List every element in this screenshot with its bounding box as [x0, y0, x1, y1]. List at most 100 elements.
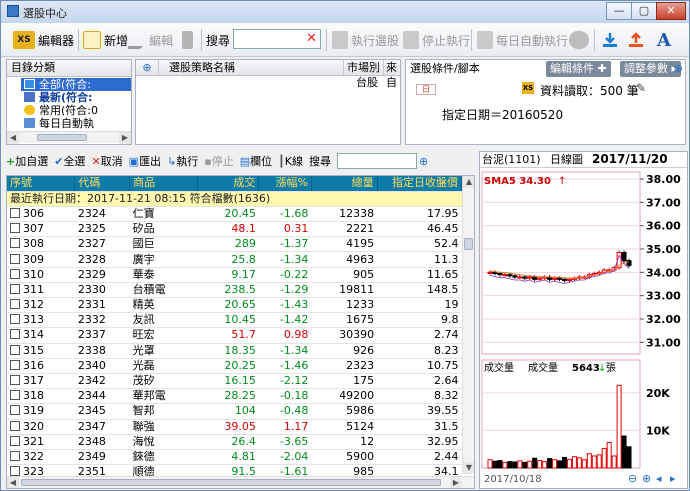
- stop-run-button[interactable]: 停止執行: [403, 28, 470, 52]
- schedule-button[interactable]: [569, 28, 589, 52]
- table-row[interactable]: 321 2348 海悅 26.4 -3.65 12 32.95: [7, 434, 462, 450]
- column-header[interactable]: 漲幅%: [258, 176, 312, 192]
- table-row[interactable]: 315 2338 光罩 18.35 -1.34 926 8.23: [7, 343, 462, 359]
- row-checkbox[interactable]: [10, 238, 20, 249]
- maximize-button[interactable]: ▢: [631, 2, 657, 20]
- import-button[interactable]: [601, 28, 619, 52]
- font-icon[interactable]: A: [657, 28, 671, 52]
- row-checkbox[interactable]: [10, 299, 20, 310]
- editor-button[interactable]: XS 編輯器: [13, 28, 74, 52]
- row-checkbox[interactable]: [10, 207, 20, 218]
- row-checkbox[interactable]: [10, 253, 20, 264]
- chart-nav-icon[interactable]: ⊕: [642, 472, 651, 485]
- table-row[interactable]: 308 2327 國巨 289 -1.37 4195 52.4: [7, 236, 462, 253]
- zoom-icon[interactable]: ⊕: [674, 60, 683, 77]
- run-screen-button[interactable]: 執行選股: [332, 28, 399, 52]
- table-row[interactable]: 316 2340 光磊 20.25 -1.46 2323 10.75: [7, 358, 462, 374]
- row-checkbox[interactable]: [10, 268, 20, 279]
- table-row[interactable]: 318 2344 華邦電 28.25 -0.18 49200 8.32: [7, 388, 462, 405]
- scroll-thumb[interactable]: [37, 134, 87, 141]
- row-checkbox[interactable]: [10, 223, 20, 234]
- row-checkbox[interactable]: [10, 405, 20, 416]
- cancel-button[interactable]: ✕取消: [91, 153, 122, 169]
- search-input[interactable]: ✕: [233, 29, 321, 49]
- table-row[interactable]: 317 2342 茂矽 16.15 -2.12 175 2.64: [7, 373, 462, 390]
- price-chart[interactable]: 38.00 37.00 36.00 35.00 34.00 33.00 32.00 31.00…: [480, 168, 687, 488]
- adjust-params-button[interactable]: 調整參數 ▸: [620, 61, 682, 77]
- export-button[interactable]: [627, 28, 645, 52]
- daily-auto-button[interactable]: 每日自動執行: [477, 28, 568, 52]
- scroll-right-arrow[interactable]: ▶: [450, 477, 462, 488]
- row-checkbox[interactable]: [10, 344, 20, 355]
- row-checkbox[interactable]: [10, 450, 20, 461]
- dir-item-all[interactable]: 全部(符合:: [21, 78, 131, 91]
- table-row[interactable]: 306 2324 仁寶 20.45 -1.68 12338 17.95: [7, 206, 462, 223]
- scroll-left-arrow[interactable]: ◀: [7, 477, 19, 488]
- table-row[interactable]: 309 2328 廣宇 25.8 -1.34 4963 11.3: [7, 251, 462, 268]
- vertical-scrollbar[interactable]: ▲ ▼: [462, 176, 474, 474]
- row-checkbox[interactable]: [10, 359, 20, 370]
- scroll-thumb[interactable]: [21, 479, 441, 486]
- clear-icon[interactable]: ✕: [306, 31, 317, 46]
- column-header[interactable]: 指定日收盤價: [377, 176, 463, 192]
- column-header[interactable]: 總量: [311, 176, 378, 192]
- table-row[interactable]: 322 2349 錸德 4.81 -2.04 5900 2.44: [7, 449, 462, 466]
- table-row[interactable]: 314 2337 旺宏 51.7 0.98 30390 2.74: [7, 327, 462, 344]
- add-watchlist-button[interactable]: +加自選: [6, 153, 48, 169]
- col-source[interactable]: 來: [383, 60, 397, 75]
- column-header[interactable]: 代碼: [74, 176, 131, 192]
- table-row[interactable]: 319 2345 智邦 104 -0.48 5986 39.55: [7, 403, 462, 420]
- zoom-icon[interactable]: ⊕: [136, 60, 158, 75]
- columns-button[interactable]: ▤欄位: [240, 153, 272, 169]
- table-row[interactable]: 312 2331 精英 20.65 -1.43 1233 19: [7, 297, 462, 314]
- table-row[interactable]: 310 2329 華泰 9.17 -0.22 905 11.65: [7, 267, 462, 283]
- column-header[interactable]: 成交: [197, 176, 260, 192]
- col-market[interactable]: 市場別: [343, 60, 383, 75]
- row-checkbox[interactable]: [10, 390, 20, 401]
- close-button[interactable]: ✕: [656, 2, 686, 20]
- pencil-icon[interactable]: ✎: [636, 81, 646, 95]
- volume-bar: [596, 454, 602, 469]
- dir-item-daily[interactable]: 每日自動執: [21, 117, 131, 130]
- row-checkbox[interactable]: [10, 283, 20, 294]
- col-strategy-name[interactable]: 選股策略名稱: [158, 60, 343, 75]
- scroll-up-arrow[interactable]: ▲: [463, 176, 474, 188]
- dir-item-latest[interactable]: 最新(符合:: [21, 91, 131, 104]
- run-grid-button[interactable]: ↳執行: [167, 153, 198, 169]
- chart-nav-icon[interactable]: ▸: [670, 472, 676, 485]
- edit-conditions-button[interactable]: 編輯條件 ✚: [546, 61, 611, 77]
- column-header[interactable]: 序號: [7, 176, 76, 192]
- row-checkbox[interactable]: [10, 435, 20, 446]
- dir-item-common[interactable]: 常用(符合:0: [21, 104, 131, 117]
- table-row[interactable]: 311 2330 台積電 238.5 -1.29 19811 148.5: [7, 282, 462, 299]
- scroll-right-arrow[interactable]: ▶: [119, 132, 131, 144]
- row-checkbox[interactable]: [10, 329, 20, 340]
- horizontal-scrollbar[interactable]: ◀ ▶: [7, 476, 474, 488]
- row-checkbox[interactable]: [10, 314, 20, 325]
- table-row[interactable]: 313 2332 友訊 10.45 -1.42 1675 9.8: [7, 312, 462, 329]
- table-row[interactable]: 307 2325 矽品 48.1 0.31 2221 46.45: [7, 221, 462, 238]
- table-cell: -1.37: [258, 236, 312, 253]
- chart-nav-icon[interactable]: ◂: [656, 472, 662, 485]
- edit-button[interactable]: 編輯: [126, 28, 173, 52]
- column-header[interactable]: 商品: [129, 176, 199, 192]
- delete-button[interactable]: [182, 28, 193, 52]
- row-checkbox[interactable]: [10, 466, 20, 477]
- table-row[interactable]: 320 2347 聯強 39.05 1.17 5124 31.5: [7, 419, 462, 435]
- scroll-thumb[interactable]: [464, 238, 473, 250]
- select-all-button[interactable]: ✔全選: [54, 153, 85, 169]
- zoom-icon[interactable]: ⊕: [419, 155, 428, 168]
- horizontal-scrollbar[interactable]: ◀ ▶: [7, 131, 131, 144]
- minimize-button[interactable]: —: [606, 2, 632, 20]
- row-checkbox[interactable]: [10, 375, 20, 386]
- chart-nav-icon[interactable]: ⊖: [628, 472, 637, 485]
- scroll-down-arrow[interactable]: ▼: [463, 462, 474, 474]
- scroll-left-arrow[interactable]: ◀: [7, 132, 19, 144]
- new-button[interactable]: 新增: [83, 28, 128, 52]
- cell-value: -2.12: [279, 374, 309, 388]
- row-checkbox[interactable]: [10, 420, 20, 431]
- export-grid-button[interactable]: ▣匯出: [129, 153, 161, 169]
- grid-search-input[interactable]: [337, 153, 417, 169]
- kline-button[interactable]: ┃K線: [278, 153, 303, 169]
- stop-grid-button[interactable]: ▪停止: [204, 153, 233, 169]
